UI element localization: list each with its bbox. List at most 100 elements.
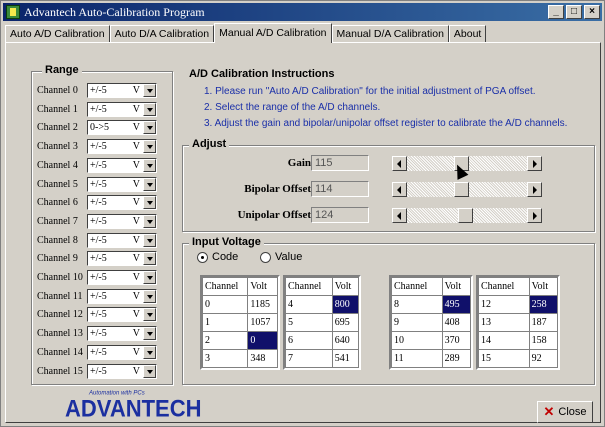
dropdown-arrow-icon[interactable] xyxy=(143,121,156,135)
scroll-left-icon[interactable] xyxy=(392,208,407,223)
table-row[interactable]: 10 370 xyxy=(391,331,472,350)
range-select[interactable]: +/-5 V xyxy=(87,139,157,155)
minimize-button[interactable]: _ xyxy=(548,5,564,19)
volt-cell[interactable]: 1185 xyxy=(247,295,278,314)
table-row[interactable]: 12 258 xyxy=(478,295,559,314)
tab-manual-da[interactable]: Manual D/A Calibration xyxy=(331,25,449,43)
scroll-right-icon[interactable] xyxy=(527,208,542,223)
volt-cell[interactable]: 158 xyxy=(528,331,559,350)
table-row[interactable]: 0 1185 xyxy=(201,295,278,314)
scroll-right-icon[interactable] xyxy=(527,182,542,197)
bipolar-slider[interactable] xyxy=(392,182,542,197)
table-row[interactable]: 1 1057 xyxy=(201,313,278,332)
tab-auto-ad[interactable]: Auto A/D Calibration xyxy=(5,25,110,43)
gain-slider[interactable] xyxy=(392,156,542,171)
unipolar-slider-thumb[interactable] xyxy=(458,208,474,223)
range-select[interactable]: +/-5 V xyxy=(87,326,157,342)
volt-cell[interactable]: 800 xyxy=(331,295,360,314)
channel-cell[interactable]: 12 xyxy=(478,295,530,314)
channel-cell[interactable]: 5 xyxy=(285,313,333,332)
range-select[interactable]: +/-5 V xyxy=(87,288,157,304)
range-select[interactable]: +/-5 V xyxy=(87,157,157,173)
channel-cell[interactable]: 3 xyxy=(201,349,249,368)
volt-cell[interactable]: 695 xyxy=(331,313,360,332)
dropdown-arrow-icon[interactable] xyxy=(143,364,156,378)
table-row[interactable]: 4 800 xyxy=(285,295,360,314)
volt-cell[interactable]: 370 xyxy=(441,331,472,350)
range-select[interactable]: +/-5 V xyxy=(87,307,157,323)
dropdown-arrow-icon[interactable] xyxy=(143,289,156,303)
table-row[interactable]: 5 695 xyxy=(285,313,360,332)
dropdown-arrow-icon[interactable] xyxy=(143,214,156,228)
volt-cell[interactable]: 495 xyxy=(441,295,472,314)
channel-cell[interactable]: 1 xyxy=(201,313,249,332)
table-row[interactable]: 13 187 xyxy=(478,313,559,332)
dropdown-arrow-icon[interactable] xyxy=(143,158,156,172)
volt-cell[interactable]: 258 xyxy=(528,295,559,314)
dropdown-arrow-icon[interactable] xyxy=(143,233,156,247)
channel-cell[interactable]: 4 xyxy=(285,295,333,314)
volt-cell[interactable]: 408 xyxy=(441,313,472,332)
channel-cell[interactable]: 15 xyxy=(478,349,530,368)
table-row[interactable]: 11 289 xyxy=(391,349,472,368)
radio-unselected-icon[interactable] xyxy=(260,251,271,263)
tab-auto-da[interactable]: Auto D/A Calibration xyxy=(109,25,215,43)
scroll-right-icon[interactable] xyxy=(527,156,542,171)
channel-cell[interactable]: 7 xyxy=(285,349,333,368)
range-select[interactable]: +/-5 V xyxy=(87,344,157,360)
dropdown-arrow-icon[interactable] xyxy=(143,345,156,359)
channel-cell[interactable]: 0 xyxy=(201,295,249,314)
table-row[interactable]: 8 495 xyxy=(391,295,472,314)
unipolar-slider[interactable] xyxy=(392,208,542,223)
channel-cell[interactable]: 2 xyxy=(201,331,249,350)
dropdown-arrow-icon[interactable] xyxy=(143,140,156,154)
bipolar-slider-thumb[interactable] xyxy=(454,182,470,197)
channel-cell[interactable]: 13 xyxy=(478,313,530,332)
volt-cell[interactable]: 1057 xyxy=(247,313,278,332)
channel-cell[interactable]: 8 xyxy=(391,295,443,314)
volt-cell[interactable]: 289 xyxy=(441,349,472,368)
dropdown-arrow-icon[interactable] xyxy=(143,271,156,284)
range-select[interactable]: +/-5 V xyxy=(87,195,157,211)
dropdown-arrow-icon[interactable] xyxy=(143,196,156,210)
range-select[interactable]: +/-5 V xyxy=(87,83,157,98)
dropdown-arrow-icon[interactable] xyxy=(143,308,156,322)
volt-cell[interactable]: 0 xyxy=(247,331,278,350)
range-select[interactable]: +/-5 V xyxy=(87,176,157,192)
volt-cell[interactable]: 541 xyxy=(331,349,360,368)
table-row[interactable]: 3 348 xyxy=(201,349,278,368)
tab-about[interactable]: About xyxy=(448,25,487,43)
table-row[interactable]: 7 541 xyxy=(285,349,360,368)
volt-cell[interactable]: 640 xyxy=(331,331,360,350)
mode-code-radio[interactable]: Code xyxy=(197,251,238,263)
range-select[interactable]: +/-5 V xyxy=(87,101,157,117)
range-select[interactable]: 0->5 V xyxy=(87,120,157,136)
tab-manual-ad[interactable]: Manual A/D Calibration xyxy=(214,23,332,43)
range-select[interactable]: +/-5 V xyxy=(87,251,157,267)
table-row[interactable]: 20 xyxy=(201,331,278,350)
volt-cell[interactable]: 92 xyxy=(528,349,559,368)
dropdown-arrow-icon[interactable] xyxy=(143,327,156,341)
range-select[interactable]: +/-5 V xyxy=(87,270,157,285)
dropdown-arrow-icon[interactable] xyxy=(143,102,156,116)
range-select[interactable]: +/-5 V xyxy=(87,363,157,379)
channel-cell[interactable]: 10 xyxy=(391,331,443,350)
range-select[interactable]: +/-5 V xyxy=(87,213,157,229)
table-row[interactable]: 15 92 xyxy=(478,349,559,368)
mode-value-radio[interactable]: Value xyxy=(260,251,302,263)
channel-cell[interactable]: 14 xyxy=(478,331,530,350)
channel-cell[interactable]: 6 xyxy=(285,331,333,350)
window-close-button[interactable]: × xyxy=(584,5,600,19)
scroll-left-icon[interactable] xyxy=(392,156,407,171)
close-button[interactable]: ✕ Close xyxy=(537,401,593,423)
volt-cell[interactable]: 348 xyxy=(247,349,278,368)
volt-cell[interactable]: 187 xyxy=(528,313,559,332)
table-row[interactable]: 14 158 xyxy=(478,331,559,350)
dropdown-arrow-icon[interactable] xyxy=(143,84,156,97)
table-row[interactable]: 6 640 xyxy=(285,331,360,350)
title-bar[interactable]: Advantech Auto-Calibration Program _ □ × xyxy=(3,3,602,21)
scroll-left-icon[interactable] xyxy=(392,182,407,197)
channel-cell[interactable]: 11 xyxy=(391,349,443,368)
radio-selected-icon[interactable] xyxy=(197,251,208,263)
table-row[interactable]: 9 408 xyxy=(391,313,472,332)
